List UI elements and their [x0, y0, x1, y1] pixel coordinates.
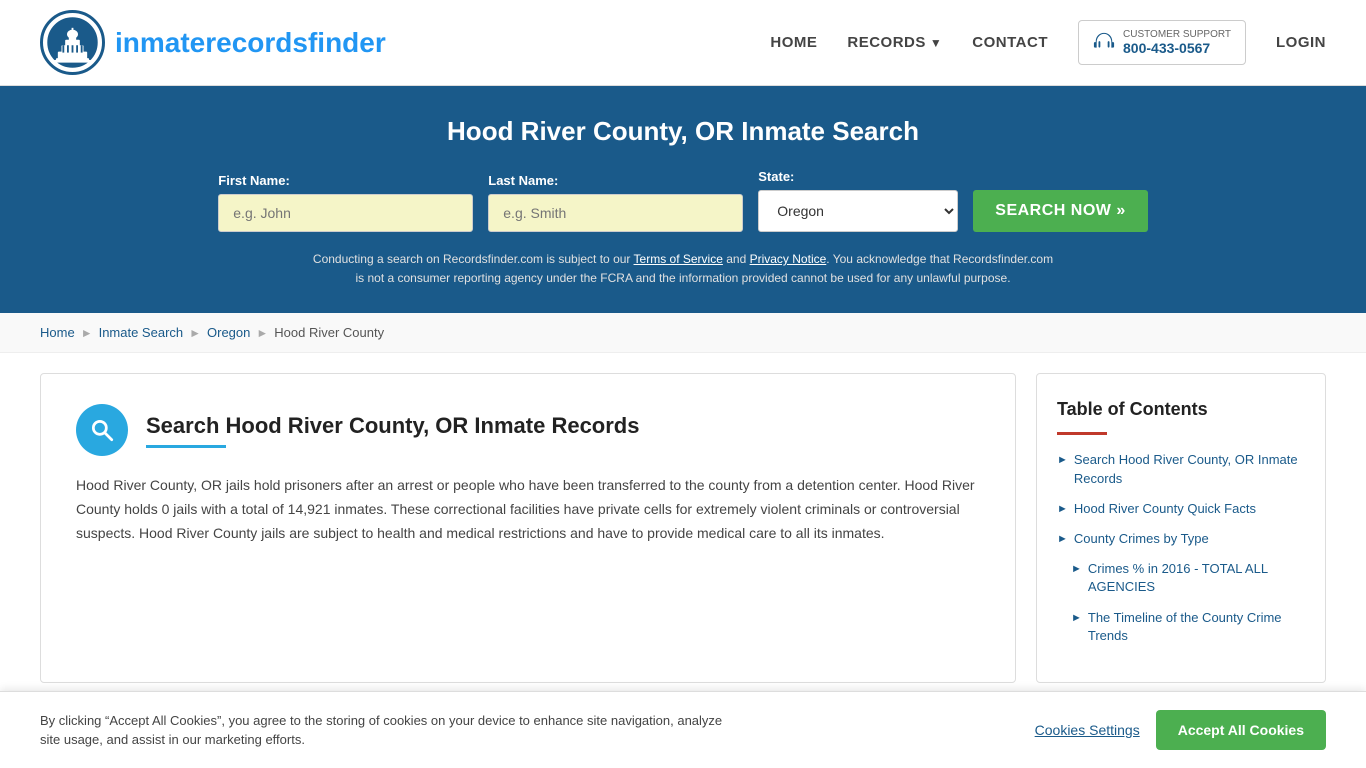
toc-item[interactable]: ► The Timeline of the County Crime Trends	[1057, 609, 1305, 645]
privacy-link[interactable]: Privacy Notice	[750, 252, 827, 266]
title-underline	[146, 445, 226, 448]
toc-item[interactable]: ► Hood River County Quick Facts	[1057, 500, 1305, 518]
toc-item-label: Search Hood River County, OR Inmate Reco…	[1074, 451, 1305, 487]
toc-item-label: Hood River County Quick Facts	[1074, 500, 1256, 518]
chevron-right-icon: ►	[1057, 532, 1068, 547]
search-button[interactable]: SEARCH NOW »	[973, 190, 1147, 232]
search-form: First Name: Last Name: State: Oregon Ala…	[40, 169, 1326, 232]
breadcrumb-sep-3: ►	[256, 326, 268, 340]
breadcrumb-home[interactable]: Home	[40, 325, 75, 340]
last-name-label: Last Name:	[488, 173, 558, 188]
content-body: Hood River County, OR jails hold prisone…	[76, 474, 980, 545]
chevron-right-icon: ►	[1071, 562, 1082, 577]
nav-records[interactable]: RECORDS ▼	[847, 34, 942, 51]
state-label: State:	[758, 169, 794, 184]
header: inmaterecordsfinder HOME RECORDS ▼ CONTA…	[0, 0, 1366, 86]
breadcrumb-sep-2: ►	[189, 326, 201, 340]
support-info: CUSTOMER SUPPORT 800-433-0567	[1123, 29, 1231, 56]
cookie-actions: Cookies Settings Accept All Cookies	[1035, 710, 1326, 750]
chevron-right-icon: ►	[1071, 611, 1082, 626]
nav-area: HOME RECORDS ▼ CONTACT CUSTOMER SUPPORT …	[770, 20, 1326, 65]
cookie-text: By clicking “Accept All Cookies”, you ag…	[40, 711, 740, 750]
logo-text-part1: inmaterecords	[115, 27, 308, 58]
table-of-contents: Table of Contents ► Search Hood River Cou…	[1036, 373, 1326, 683]
nav-contact[interactable]: CONTACT	[972, 34, 1048, 51]
last-name-input[interactable]	[488, 194, 743, 232]
nav-home[interactable]: HOME	[770, 34, 817, 51]
content-header: Search Hood River County, OR Inmate Reco…	[76, 404, 980, 456]
first-name-group: First Name:	[218, 173, 473, 232]
toc-title: Table of Contents	[1057, 399, 1305, 420]
customer-support[interactable]: CUSTOMER SUPPORT 800-433-0567	[1078, 20, 1246, 65]
chevron-right-icon: ►	[1057, 453, 1068, 468]
content-title: Search Hood River County, OR Inmate Reco…	[146, 413, 639, 439]
breadcrumb: Home ► Inmate Search ► Oregon ► Hood Riv…	[0, 313, 1366, 353]
breadcrumb-current: Hood River County	[274, 325, 384, 340]
state-select[interactable]: Oregon Alabama Alaska California Texas	[758, 190, 958, 232]
disclaimer: Conducting a search on Recordsfinder.com…	[308, 250, 1058, 288]
first-name-label: First Name:	[218, 173, 290, 188]
chevron-down-icon: ▼	[930, 36, 942, 50]
content-title-area: Search Hood River County, OR Inmate Reco…	[146, 413, 639, 448]
main-content: Search Hood River County, OR Inmate Reco…	[0, 353, 1366, 703]
first-name-input[interactable]	[218, 194, 473, 232]
banner-title: Hood River County, OR Inmate Search	[40, 116, 1326, 147]
support-phone: 800-433-0567	[1123, 40, 1231, 56]
toc-underline	[1057, 432, 1107, 435]
tos-link[interactable]: Terms of Service	[634, 252, 723, 266]
content-left: Search Hood River County, OR Inmate Reco…	[40, 373, 1016, 683]
nav-login[interactable]: LOGIN	[1276, 34, 1326, 51]
logo-icon	[40, 10, 105, 75]
breadcrumb-inmate-search[interactable]: Inmate Search	[99, 325, 184, 340]
toc-item-label: The Timeline of the County Crime Trends	[1088, 609, 1305, 645]
accept-all-button[interactable]: Accept All Cookies	[1156, 710, 1326, 750]
logo-text-part2: finder	[308, 27, 386, 58]
logo-text: inmaterecordsfinder	[115, 27, 386, 59]
toc-item[interactable]: ► Crimes % in 2016 - TOTAL ALL AGENCIES	[1057, 560, 1305, 596]
last-name-group: Last Name:	[488, 173, 743, 232]
search-banner: Hood River County, OR Inmate Search Firs…	[0, 86, 1366, 313]
headset-icon	[1093, 32, 1115, 54]
toc-item[interactable]: ► County Crimes by Type	[1057, 530, 1305, 548]
chevron-right-icon: ►	[1057, 502, 1068, 517]
search-icon-circle	[76, 404, 128, 456]
support-label: CUSTOMER SUPPORT	[1123, 29, 1231, 40]
cookies-settings-button[interactable]: Cookies Settings	[1035, 722, 1140, 738]
cookie-banner: By clicking “Accept All Cookies”, you ag…	[0, 691, 1366, 768]
toc-item-label: Crimes % in 2016 - TOTAL ALL AGENCIES	[1088, 560, 1305, 596]
breadcrumb-oregon[interactable]: Oregon	[207, 325, 250, 340]
search-icon	[89, 417, 115, 443]
toc-item-label: County Crimes by Type	[1074, 530, 1209, 548]
toc-item[interactable]: ► Search Hood River County, OR Inmate Rec…	[1057, 451, 1305, 487]
breadcrumb-sep-1: ►	[81, 326, 93, 340]
toc-list: ► Search Hood River County, OR Inmate Rec…	[1057, 451, 1305, 645]
state-group: State: Oregon Alabama Alaska California …	[758, 169, 958, 232]
logo-area: inmaterecordsfinder	[40, 10, 386, 75]
